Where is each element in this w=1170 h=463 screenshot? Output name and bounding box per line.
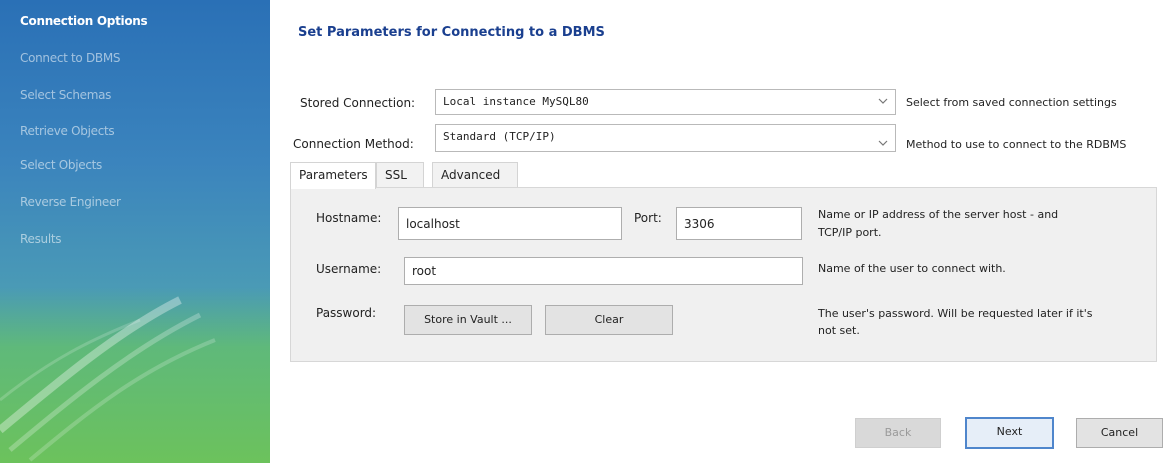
clear-button[interactable]: Clear bbox=[545, 305, 673, 335]
username-field[interactable]: root bbox=[404, 257, 803, 285]
wizard-sidebar: Connection Options Connect to DBMS Selec… bbox=[0, 0, 270, 463]
sidebar-item-select-objects: Select Objects bbox=[20, 158, 102, 172]
sidebar-item-select-schemas: Select Schemas bbox=[20, 88, 112, 102]
connection-method-value: Standard (TCP/IP) bbox=[443, 130, 556, 143]
hostname-field[interactable]: localhost bbox=[398, 207, 622, 240]
port-label: Port: bbox=[634, 211, 662, 225]
tab-ssl[interactable]: SSL bbox=[376, 162, 424, 188]
tab-parameters[interactable]: Parameters bbox=[290, 162, 376, 189]
port-field[interactable]: 3306 bbox=[676, 207, 802, 240]
password-hint-line1: The user's password. Will be requested l… bbox=[818, 307, 1093, 320]
connection-method-label: Connection Method: bbox=[293, 137, 414, 151]
next-button[interactable]: Next bbox=[965, 417, 1054, 449]
store-in-vault-button[interactable]: Store in Vault ... bbox=[404, 305, 532, 335]
stored-connection-value: Local instance MySQL80 bbox=[443, 95, 589, 108]
connection-method-select[interactable]: Standard (TCP/IP) bbox=[435, 124, 896, 152]
tab-advanced[interactable]: Advanced bbox=[432, 162, 518, 188]
stored-connection-label: Stored Connection: bbox=[300, 96, 416, 110]
back-button[interactable]: Back bbox=[855, 418, 941, 448]
sidebar-item-retrieve-objects: Retrieve Objects bbox=[20, 124, 115, 138]
chevron-down-icon bbox=[878, 98, 888, 104]
sidebar-item-results: Results bbox=[20, 232, 62, 246]
username-hint: Name of the user to connect with. bbox=[818, 262, 1006, 275]
stored-connection-select[interactable]: Local instance MySQL80 bbox=[435, 89, 896, 115]
username-label: Username: bbox=[316, 262, 382, 276]
password-hint-line2: not set. bbox=[818, 324, 860, 337]
hostname-label: Hostname: bbox=[316, 211, 382, 225]
hostname-hint-line2: TCP/IP port. bbox=[818, 226, 882, 239]
page-title: Set Parameters for Connecting to a DBMS bbox=[298, 25, 605, 40]
password-label: Password: bbox=[316, 306, 377, 320]
hostname-hint-line1: Name or IP address of the server host - … bbox=[818, 208, 1059, 221]
connection-method-hint: Method to use to connect to the RDBMS bbox=[906, 138, 1127, 151]
chevron-down-icon bbox=[878, 140, 888, 146]
sidebar-item-connection-options: Connection Options bbox=[20, 14, 148, 28]
cancel-button[interactable]: Cancel bbox=[1076, 418, 1163, 448]
sidebar-item-connect-to-dbms: Connect to DBMS bbox=[20, 51, 121, 65]
sidebar-item-reverse-engineer: Reverse Engineer bbox=[20, 195, 121, 209]
stored-connection-hint: Select from saved connection settings bbox=[906, 96, 1117, 109]
